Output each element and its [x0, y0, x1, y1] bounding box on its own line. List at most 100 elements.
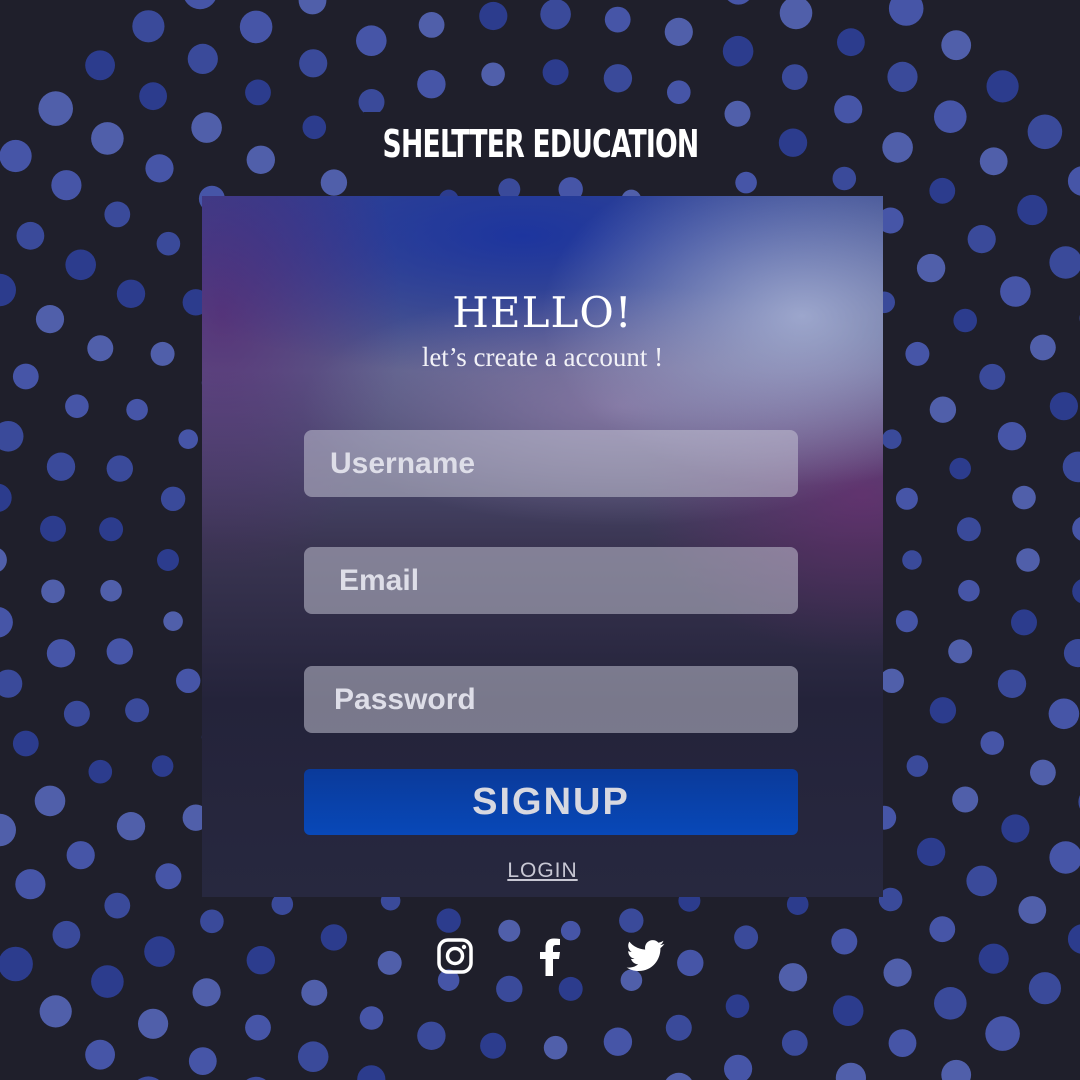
background-dot [91, 122, 124, 155]
background-dot [160, 486, 186, 511]
background-dot [725, 994, 750, 1018]
background-dot [417, 1021, 446, 1050]
background-dot [163, 611, 183, 631]
background-dot [38, 91, 73, 126]
background-dot [299, 49, 328, 78]
password-input[interactable] [332, 666, 798, 733]
signup-card: HELLO! let’s create a account ! SIGNUP L… [202, 196, 883, 897]
background-dot [929, 697, 957, 724]
background-dot [245, 79, 271, 106]
username-input[interactable] [328, 430, 798, 497]
background-dot [0, 813, 16, 847]
background-dot [997, 669, 1027, 698]
facebook-icon[interactable] [538, 938, 562, 976]
background-dot [40, 515, 66, 542]
background-dot [356, 25, 387, 56]
background-dot [882, 429, 902, 450]
username-field-box [304, 430, 798, 497]
background-dot [0, 946, 33, 982]
background-dot [1067, 166, 1080, 196]
background-dot [558, 976, 583, 1001]
background-dot [724, 100, 751, 127]
background-dot [52, 920, 81, 949]
background-dot [297, 1041, 329, 1072]
background-dot [359, 1006, 384, 1030]
background-dot [543, 1035, 568, 1060]
background-dot [320, 924, 348, 951]
email-input[interactable] [337, 547, 798, 614]
background-dot [151, 755, 174, 777]
background-dot [320, 169, 348, 196]
background-dot [665, 1072, 692, 1080]
background-dot [941, 30, 972, 61]
background-dot [956, 517, 981, 542]
background-dot [835, 1062, 866, 1080]
background-dot [619, 908, 644, 933]
background-dot [176, 668, 201, 693]
background-dot [941, 1059, 972, 1080]
background-dot [246, 946, 275, 975]
background-dot [298, 0, 327, 15]
background-dot [905, 341, 930, 366]
background-dot [99, 517, 124, 542]
background-dot [246, 145, 275, 174]
background-dot [1011, 609, 1037, 636]
background-dot [882, 132, 913, 163]
background-dot [1049, 841, 1080, 874]
background-dot [85, 50, 115, 81]
background-dot [91, 965, 124, 998]
background-dot [139, 82, 168, 111]
background-dot [144, 936, 175, 967]
background-dot [100, 579, 122, 602]
background-dot [0, 607, 13, 638]
background-dot [895, 610, 918, 633]
background-dot [722, 35, 754, 67]
background-dot [934, 100, 967, 133]
signup-button[interactable]: SIGNUP [304, 769, 798, 835]
background-dot [116, 279, 146, 308]
instagram-icon[interactable] [436, 937, 474, 975]
background-dot [480, 1032, 507, 1059]
background-dot [51, 170, 82, 201]
twitter-icon[interactable] [626, 940, 666, 972]
background-dot [883, 958, 912, 987]
background-dot [603, 64, 633, 93]
login-link[interactable]: LOGIN [507, 859, 577, 882]
background-dot [34, 785, 66, 817]
background-dot [104, 201, 131, 228]
background-dot [1030, 759, 1056, 786]
background-dot [1072, 516, 1080, 541]
brand-title: SHELTTER EDUCATION [382, 122, 699, 166]
background-dot [357, 1065, 386, 1080]
background-dot [979, 147, 1008, 176]
background-dot [734, 925, 759, 950]
background-dot [978, 943, 1009, 974]
background-dot [200, 909, 224, 934]
background-dot [65, 394, 89, 419]
background-dot [832, 995, 864, 1026]
background-dot [106, 638, 133, 665]
background-dot [106, 455, 133, 482]
background-dot [63, 700, 90, 727]
background-dot [929, 177, 956, 204]
background-dot [245, 1014, 271, 1041]
background-dot [87, 335, 114, 362]
background-dot [0, 273, 16, 307]
background-dot [781, 64, 808, 90]
background-dot [15, 869, 46, 900]
background-dot [418, 12, 445, 38]
background-dot [778, 128, 808, 157]
background-dot [417, 70, 446, 99]
background-dot [1016, 548, 1040, 572]
background-dot [1027, 114, 1063, 150]
background-dot [887, 61, 918, 92]
background-dot [301, 979, 328, 1006]
background-dot [191, 112, 222, 143]
background-dot [125, 698, 150, 723]
background-dot [667, 80, 691, 104]
login-link-row: LOGIN [202, 859, 883, 883]
background-dot [1001, 814, 1030, 843]
background-dot [929, 916, 956, 943]
background-dot [888, 1029, 917, 1057]
background-dot [1072, 579, 1080, 604]
